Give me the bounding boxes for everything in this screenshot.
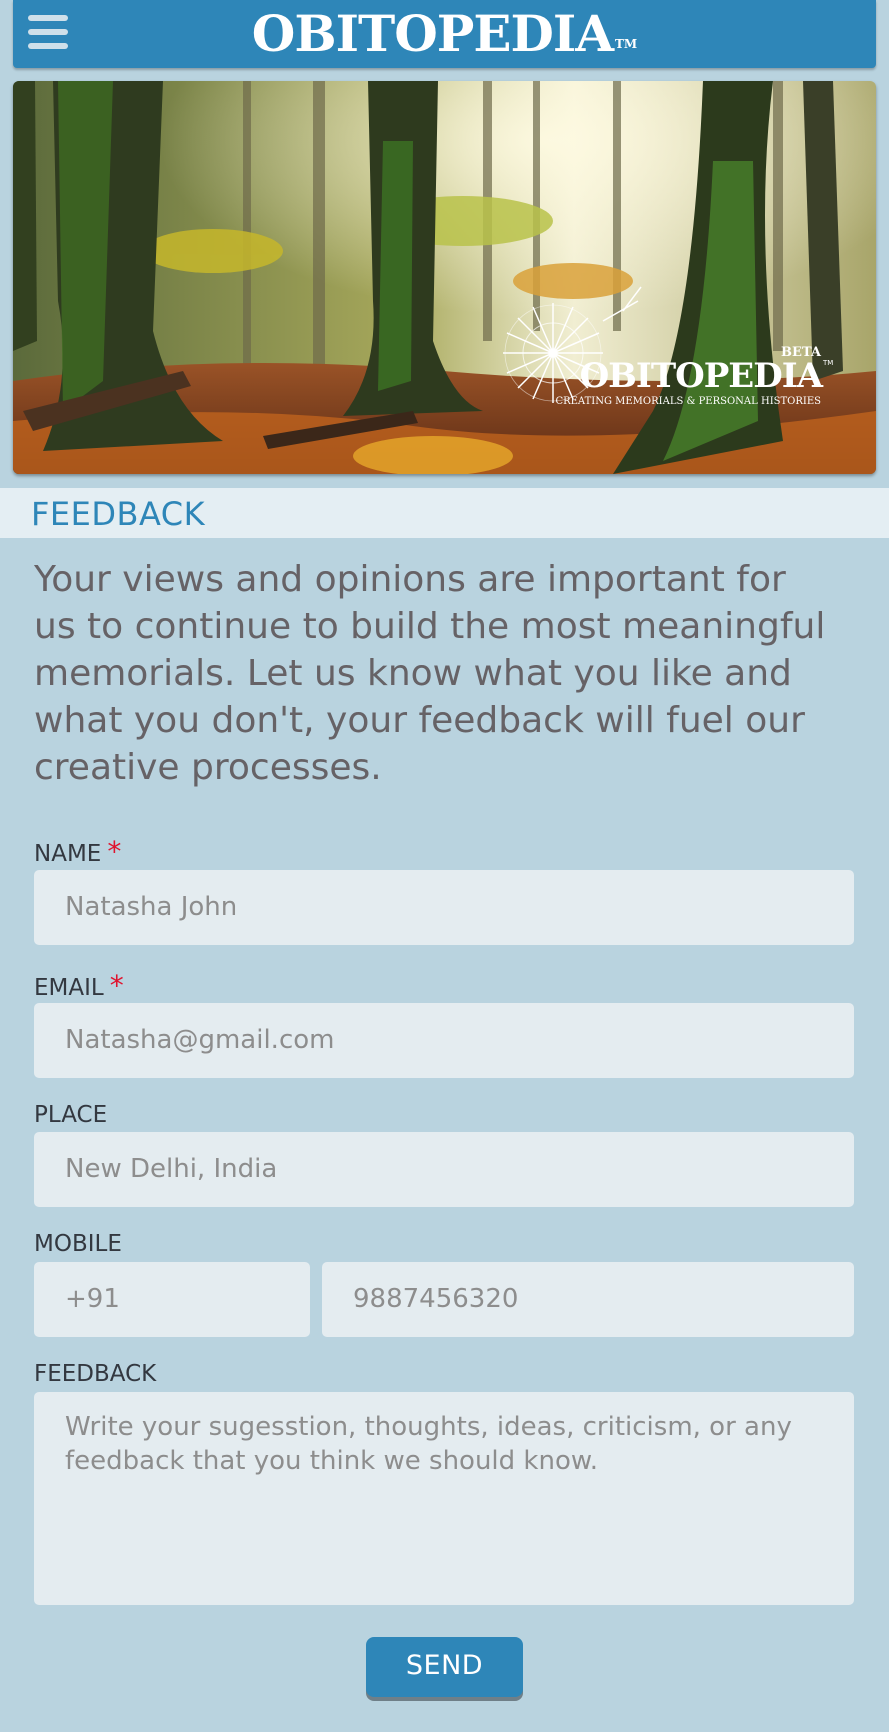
name-label-text: NAME [34, 841, 102, 867]
hero-tagline: CREATING MEMORIALS & PERSONAL HISTORIES [555, 396, 821, 407]
email-label: EMAIL * [34, 972, 124, 1002]
required-mark: * [107, 835, 122, 868]
place-field[interactable]: New Delhi, India [34, 1132, 854, 1207]
section-title: FEEDBACK [31, 495, 206, 533]
country-code-field[interactable]: +91 [34, 1262, 310, 1337]
forest-banner-image: BETA OBITOPEDIA TM CREATING MEMORIALS & … [13, 81, 876, 474]
mobile-label: MOBILE [34, 1231, 122, 1257]
email-label-text: EMAIL [34, 975, 104, 1001]
hero-trademark: TM [822, 359, 833, 367]
feedback-textarea[interactable]: Write your sugesstion, thoughts, ideas, … [34, 1392, 854, 1605]
email-field[interactable]: Natasha@gmail.com [34, 1003, 854, 1078]
brand-name: OBITOPEDIA [251, 4, 614, 63]
name-field[interactable]: Natasha John [34, 870, 854, 945]
feedback-label: FEEDBACK [34, 1361, 157, 1387]
place-label: PLACE [34, 1102, 108, 1128]
hero-banner: BETA OBITOPEDIA TM CREATING MEMORIALS & … [13, 81, 876, 474]
trademark-mark: TM [615, 37, 638, 51]
required-mark: * [109, 969, 124, 1002]
intro-text: Your views and opinions are important fo… [34, 559, 826, 788]
hero-logo-text: OBITOPEDIA [580, 356, 824, 396]
top-bar: OBITOPEDIA TM [13, 0, 876, 68]
brand-logo[interactable]: OBITOPEDIA TM [13, 4, 876, 64]
section-header: FEEDBACK [0, 488, 889, 538]
name-label: NAME * [34, 838, 121, 868]
mobile-number-field[interactable]: 9887456320 [322, 1262, 854, 1337]
send-button[interactable]: SEND [366, 1637, 523, 1697]
